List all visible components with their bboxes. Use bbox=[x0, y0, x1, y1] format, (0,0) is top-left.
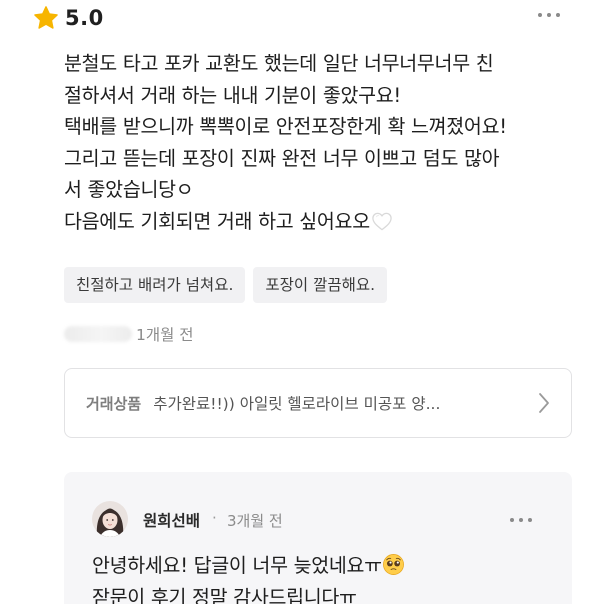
product-card[interactable]: 거래상품 추가완료!!)) 아일릿 헬로라이브 미공포 양... bbox=[64, 368, 572, 438]
blurred-author-name bbox=[64, 326, 132, 342]
chevron-right-icon bbox=[539, 393, 549, 413]
star-icon bbox=[34, 6, 58, 29]
tag-packaging: 포장이 깔끔해요. bbox=[253, 267, 388, 303]
review-line: 서 좋았습니당ㅇ bbox=[64, 178, 194, 201]
reply-line-first: 안녕하세요! 답글이 너무 늦었네요ㅠ bbox=[92, 550, 405, 582]
review-tags: 친절하고 배려가 넘쳐요. 포장이 깔끔해요. bbox=[64, 267, 388, 303]
review-line: 그리고 뜯는데 포장이 진짜 완전 너무 이쁘고 덤도 많아 bbox=[64, 146, 500, 170]
review-text: 분철도 타고 포카 교환도 했는데 일단 너무너무너무 친 절하셔서 거래 하는… bbox=[64, 48, 594, 237]
seller-reply: 원희선배 · 3개월 전 안녕하세요! 답글이 너무 늦었네요ㅠ 잗문이 후기 … bbox=[64, 472, 572, 604]
review-line-text: 다음에도 기회되면 거래 하고 싶어요오 bbox=[64, 209, 370, 233]
more-options-icon[interactable] bbox=[538, 13, 560, 17]
product-name: 추가완료!!)) 아일릿 헬로라이브 미공포 양... bbox=[153, 395, 441, 413]
review-line: 택배를 받으니까 뽁뽁이로 안전포장한게 확 느껴졌어요! bbox=[64, 115, 507, 138]
reply-separator: · bbox=[212, 509, 217, 527]
avatar bbox=[92, 501, 128, 537]
reply-line: 잗문이 후기 정말 감사드립니다ㅠ bbox=[92, 586, 357, 604]
review-author-row: 1개월 전 bbox=[64, 322, 194, 346]
reply-line-text: 안녕하세요! 답글이 너무 늦었네요ㅠ bbox=[92, 554, 382, 577]
review-line: 절하셔서 거래 하는 내내 기분이 좋았구요! bbox=[64, 83, 401, 107]
reply-text: 안녕하세요! 답글이 너무 늦었네요ㅠ 잗문이 후기 정말 감사드립니다ㅠ bbox=[92, 550, 405, 604]
rating-value: 5.0 bbox=[65, 6, 104, 30]
product-label: 거래상품 bbox=[86, 394, 142, 413]
rating-row: 5.0 bbox=[33, 4, 104, 32]
reply-more-options-icon[interactable] bbox=[510, 518, 532, 522]
white-heart-icon bbox=[372, 212, 392, 230]
review-time: 1개월 전 bbox=[136, 326, 194, 344]
review-line-last: 다음에도 기회되면 거래 하고 싶어요오 bbox=[64, 206, 594, 238]
reply-author: 원희선배 bbox=[143, 512, 201, 530]
reply-time: 3개월 전 bbox=[227, 512, 283, 530]
tag-kind: 친절하고 배려가 넘쳐요. bbox=[64, 267, 246, 303]
review-line: 분철도 타고 포카 교환도 했는데 일단 너무너무너무 친 bbox=[64, 52, 494, 75]
pleading-face-icon bbox=[382, 554, 404, 575]
